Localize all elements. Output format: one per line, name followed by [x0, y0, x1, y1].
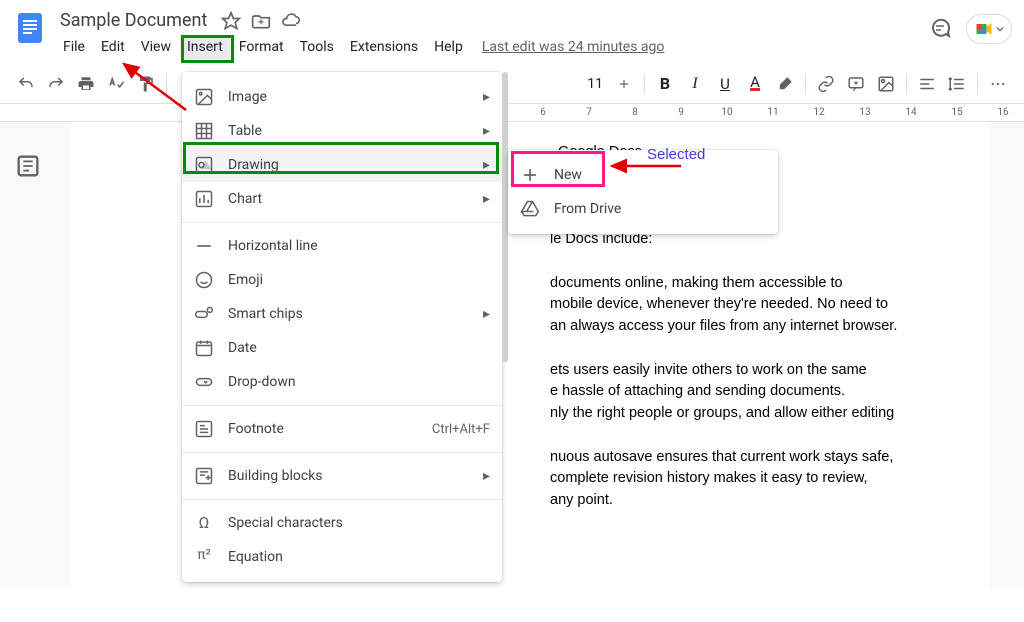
- bold-button[interactable]: B: [651, 70, 679, 98]
- menu-view[interactable]: View: [134, 35, 178, 59]
- plus-icon: [520, 165, 540, 185]
- menu-item-table[interactable]: Table▸: [182, 114, 502, 148]
- body-text: complete revision history makes it easy …: [550, 468, 950, 490]
- chevron-right-icon: ▸: [483, 306, 490, 322]
- font-size-input[interactable]: 11: [582, 73, 608, 95]
- align-button[interactable]: [913, 70, 941, 98]
- submenu-item-new[interactable]: New: [508, 158, 778, 192]
- body-text: e hassle of attaching and sending docume…: [550, 381, 950, 403]
- menu-item-blocks[interactable]: Building blocks▸: [182, 459, 502, 493]
- body-text: any point.: [550, 490, 950, 512]
- chevron-right-icon: ▸: [483, 157, 490, 173]
- menu-item-special[interactable]: ΩSpecial characters: [182, 506, 502, 540]
- body-text: nly the right people or groups, and allo…: [550, 403, 950, 425]
- menu-item-equation[interactable]: π²Equation: [182, 540, 502, 574]
- toolbar: 11 B I U A: [0, 64, 1024, 104]
- chart-icon: [194, 189, 214, 209]
- chevron-right-icon: ▸: [483, 123, 490, 139]
- chevron-right-icon: ▸: [483, 191, 490, 207]
- insert-image-button[interactable]: [872, 70, 900, 98]
- menu-item-drawing[interactable]: Drawing▸: [182, 148, 502, 182]
- menu-format[interactable]: Format: [232, 35, 291, 59]
- body-text: mobile device, whenever they're needed. …: [550, 294, 950, 316]
- comment-button[interactable]: [842, 70, 870, 98]
- meet-button[interactable]: [966, 14, 1012, 44]
- emoji-icon: [194, 270, 214, 290]
- comment-history-icon[interactable]: [928, 17, 952, 41]
- star-icon[interactable]: [221, 11, 241, 31]
- blocks-icon: [194, 466, 214, 486]
- drawing-icon: [194, 155, 214, 175]
- move-icon[interactable]: [251, 11, 271, 31]
- omega-icon: Ω: [194, 513, 214, 533]
- menu-item-hr[interactable]: Horizontal line: [182, 229, 502, 263]
- menu-insert[interactable]: Insert: [180, 35, 230, 59]
- footnote-icon: [194, 419, 214, 439]
- print-button[interactable]: [72, 70, 100, 98]
- spellcheck-button[interactable]: [102, 70, 130, 98]
- image-icon: [194, 87, 214, 107]
- date-icon: [194, 338, 214, 358]
- hr-icon: [194, 236, 214, 256]
- insert-menu: Image▸ Table▸ Drawing▸ Chart▸ Horizontal…: [182, 72, 502, 582]
- pi-icon: π²: [194, 547, 214, 567]
- menu-item-chart[interactable]: Chart▸: [182, 182, 502, 216]
- annotation-label-selected: Selected: [647, 146, 705, 163]
- highlight-button[interactable]: [771, 70, 799, 98]
- more-button[interactable]: [984, 70, 1012, 98]
- chips-icon: [194, 304, 214, 324]
- font-size-increase[interactable]: [610, 70, 638, 98]
- redo-button[interactable]: [42, 70, 70, 98]
- document-title[interactable]: Sample Document: [56, 8, 211, 33]
- paint-format-button[interactable]: [132, 70, 160, 98]
- body-text: ets users easily invite others to work o…: [550, 360, 950, 382]
- link-button[interactable]: [812, 70, 840, 98]
- menu-item-dropdown[interactable]: Drop-down: [182, 365, 502, 399]
- menubar: File Edit View Insert Format Tools Exten…: [56, 35, 928, 59]
- undo-button[interactable]: [12, 70, 40, 98]
- line-spacing-button[interactable]: [943, 70, 971, 98]
- menu-item-date[interactable]: Date: [182, 331, 502, 365]
- chevron-right-icon: ▸: [483, 89, 490, 105]
- shortcut-text: Ctrl+Alt+F: [432, 422, 490, 437]
- outline-toggle-icon[interactable]: [14, 152, 42, 180]
- body-text: an always access your files from any int…: [550, 316, 950, 338]
- body-text: nuous autosave ensures that current work…: [550, 447, 950, 469]
- ruler[interactable]: 6789101112131415161718: [0, 104, 1024, 122]
- menu-item-chips[interactable]: Smart chips▸: [182, 297, 502, 331]
- text-color-button[interactable]: A: [741, 70, 769, 98]
- menu-extensions[interactable]: Extensions: [343, 35, 425, 59]
- docs-logo[interactable]: [12, 10, 48, 46]
- menu-tools[interactable]: Tools: [293, 35, 341, 59]
- menu-file[interactable]: File: [56, 35, 92, 59]
- last-edit-link[interactable]: Last edit was 24 minutes ago: [482, 39, 665, 55]
- menu-help[interactable]: Help: [427, 35, 470, 59]
- drive-icon: [520, 199, 540, 219]
- underline-button[interactable]: U: [711, 70, 739, 98]
- cloud-icon[interactable]: [281, 11, 301, 31]
- submenu-item-drive[interactable]: From Drive: [508, 192, 778, 226]
- dropdown-icon: [194, 372, 214, 392]
- body-text: documents online, making them accessible…: [550, 273, 950, 295]
- drawing-submenu: New From Drive: [508, 150, 778, 234]
- menu-item-emoji[interactable]: Emoji: [182, 263, 502, 297]
- menu-item-footnote[interactable]: FootnoteCtrl+Alt+F: [182, 412, 502, 446]
- menu-item-image[interactable]: Image▸: [182, 80, 502, 114]
- menu-edit[interactable]: Edit: [94, 35, 132, 59]
- table-icon: [194, 121, 214, 141]
- chevron-right-icon: ▸: [483, 468, 490, 484]
- italic-button[interactable]: I: [681, 70, 709, 98]
